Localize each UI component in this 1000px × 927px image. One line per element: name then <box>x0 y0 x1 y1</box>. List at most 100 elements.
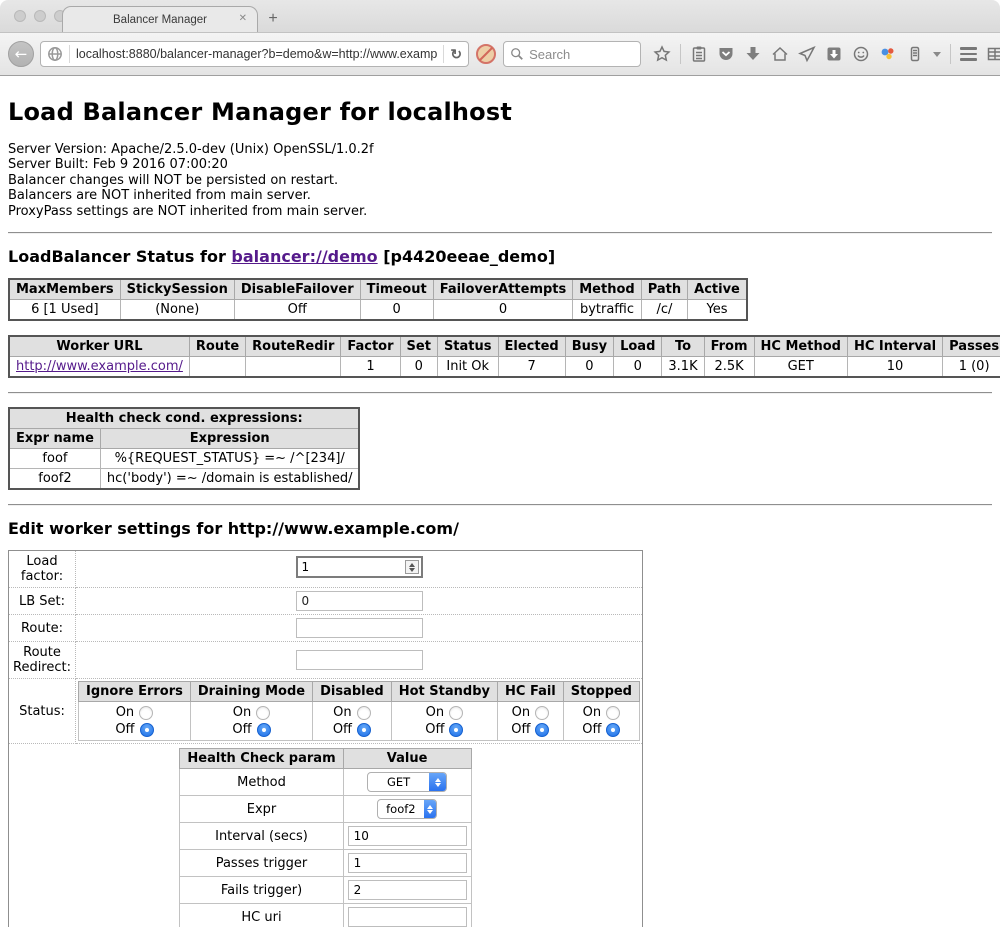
ignore-errors-on-radio[interactable] <box>139 706 153 720</box>
search-input[interactable] <box>529 47 629 62</box>
disabled-on-radio[interactable] <box>357 706 371 720</box>
header-cell: Route <box>189 336 245 357</box>
method-select-value: GET <box>368 773 429 791</box>
form-row-interval: Interval (secs) <box>180 823 471 850</box>
battery-extension-icon[interactable] <box>906 45 924 63</box>
interval-input[interactable] <box>348 826 467 846</box>
health-check-expressions-table: Health check cond. expressions: Expr nam… <box>8 407 360 490</box>
menu-hamburger-icon[interactable] <box>960 47 977 61</box>
expr-select[interactable]: foof2 <box>377 799 437 819</box>
tab-balancer-manager[interactable]: Balancer Manager ✕ <box>62 6 258 32</box>
chevron-down-icon[interactable] <box>933 52 941 57</box>
site-identity-globe-icon[interactable] <box>47 46 63 62</box>
cell: 1 (0) <box>943 357 1000 378</box>
table-row: foof %{REQUEST_STATUS} =~ /^[234]/ <box>9 449 359 469</box>
pocket-icon[interactable] <box>717 45 735 63</box>
header-cell: Load <box>614 336 662 357</box>
bookmark-star-icon[interactable] <box>653 45 671 63</box>
table-header-row: Ignore Errors Draining Mode Disabled Hot… <box>79 682 640 702</box>
balancer-demo-link[interactable]: balancer://demo <box>231 247 377 266</box>
form-row-lb-set: LB Set: <box>9 588 643 615</box>
interval-label: Interval (secs) <box>180 823 343 850</box>
window-controls[interactable] <box>14 10 66 22</box>
window-minimize-button[interactable] <box>34 10 46 22</box>
disabled-off-radio[interactable] <box>357 723 371 737</box>
chat-smiley-icon[interactable] <box>852 45 870 63</box>
route-redirect-label: Route Redirect: <box>9 642 76 679</box>
persist-notice-line: Balancer changes will NOT be persisted o… <box>8 173 992 188</box>
grid-newspaper-icon[interactable] <box>986 45 1000 63</box>
hc-expr-title: Health check cond. expressions: <box>9 408 359 429</box>
cell: 10 <box>847 357 942 378</box>
draining-mode-on-radio[interactable] <box>256 706 270 720</box>
colored-dots-extension-icon[interactable] <box>879 45 897 63</box>
lb-set-input[interactable] <box>296 591 423 611</box>
header-cell: Stopped <box>563 682 639 702</box>
window-close-button[interactable] <box>14 10 26 22</box>
on-label: On <box>116 705 134 720</box>
cell: (None) <box>120 300 234 321</box>
stopped-on-radio[interactable] <box>606 706 620 720</box>
form-row-hc-uri: HC uri <box>180 904 471 927</box>
url-text[interactable]: localhost:8880/balancer-manager?b=demo&w… <box>76 47 437 61</box>
hot-standby-off-radio[interactable] <box>449 723 463 737</box>
off-label: Off <box>425 722 444 737</box>
cell: foof <box>9 449 100 469</box>
method-select[interactable]: GET <box>367 772 447 792</box>
divider-rule <box>8 504 992 506</box>
number-stepper-icon[interactable] <box>405 560 419 574</box>
on-label: On <box>512 705 530 720</box>
off-label: Off <box>115 722 134 737</box>
draining-mode-off-radio[interactable] <box>257 723 271 737</box>
worker-url-link[interactable]: http://www.example.com/ <box>16 359 183 374</box>
table-row: foof2 hc('body') =~ /domain is establish… <box>9 469 359 490</box>
urlbar-divider <box>443 45 444 63</box>
toolbar-icons <box>653 44 1000 64</box>
back-button[interactable]: ← <box>8 41 34 67</box>
passes-input[interactable] <box>348 853 467 873</box>
new-tab-button[interactable]: + <box>258 6 288 32</box>
header-cell: FailoverAttempts <box>433 279 573 300</box>
home-icon[interactable] <box>771 45 789 63</box>
table-header-row: Health Check param Value <box>180 749 471 769</box>
tab-close-icon[interactable]: ✕ <box>239 13 247 24</box>
hc-uri-label: HC uri <box>180 904 343 927</box>
hc-uri-input[interactable] <box>348 907 467 927</box>
header-cell: Method <box>573 279 641 300</box>
on-label: On <box>426 705 444 720</box>
hc-fail-on-radio[interactable] <box>535 706 549 720</box>
header-cell: HC Fail <box>498 682 564 702</box>
download-icon[interactable] <box>744 45 762 63</box>
hc-fail-off-radio[interactable] <box>535 723 549 737</box>
url-bar[interactable]: localhost:8880/balancer-manager?b=demo&w… <box>40 41 469 67</box>
reload-button[interactable]: ↻ <box>450 46 462 63</box>
cell: 0 <box>614 357 662 378</box>
table-header-row: Expr name Expression <box>9 429 359 449</box>
cell: 0 <box>565 357 613 378</box>
stopped-off-radio[interactable] <box>606 723 620 737</box>
hot-standby-on-radio[interactable] <box>449 706 463 720</box>
lb-set-label: LB Set: <box>9 588 76 615</box>
header-cell: Status <box>437 336 498 357</box>
send-icon[interactable] <box>798 45 816 63</box>
form-row-route: Route: <box>9 615 643 642</box>
plugin-blocked-icon[interactable] <box>475 43 497 65</box>
method-label: Method <box>180 769 343 796</box>
cell: 0 <box>400 357 437 378</box>
cell: 1 <box>341 357 400 378</box>
addon-download-icon[interactable] <box>825 45 843 63</box>
form-row-fails: Fails trigger) <box>180 877 471 904</box>
page-content: Load Balancer Manager for localhost Serv… <box>0 76 1000 927</box>
load-factor-input[interactable]: 1 <box>296 556 423 578</box>
route-input[interactable] <box>296 618 423 638</box>
reading-list-icon[interactable] <box>690 45 708 63</box>
status-options-table: Ignore Errors Draining Mode Disabled Hot… <box>78 681 640 741</box>
form-row-expr: Expr foof2 <box>180 796 471 823</box>
header-cell: Active <box>688 279 747 300</box>
passes-label: Passes trigger <box>180 850 343 877</box>
fails-input[interactable] <box>348 880 467 900</box>
cell: 2.5K <box>704 357 754 378</box>
route-redirect-input[interactable] <box>296 650 423 670</box>
search-bar[interactable] <box>503 41 641 67</box>
ignore-errors-off-radio[interactable] <box>140 723 154 737</box>
